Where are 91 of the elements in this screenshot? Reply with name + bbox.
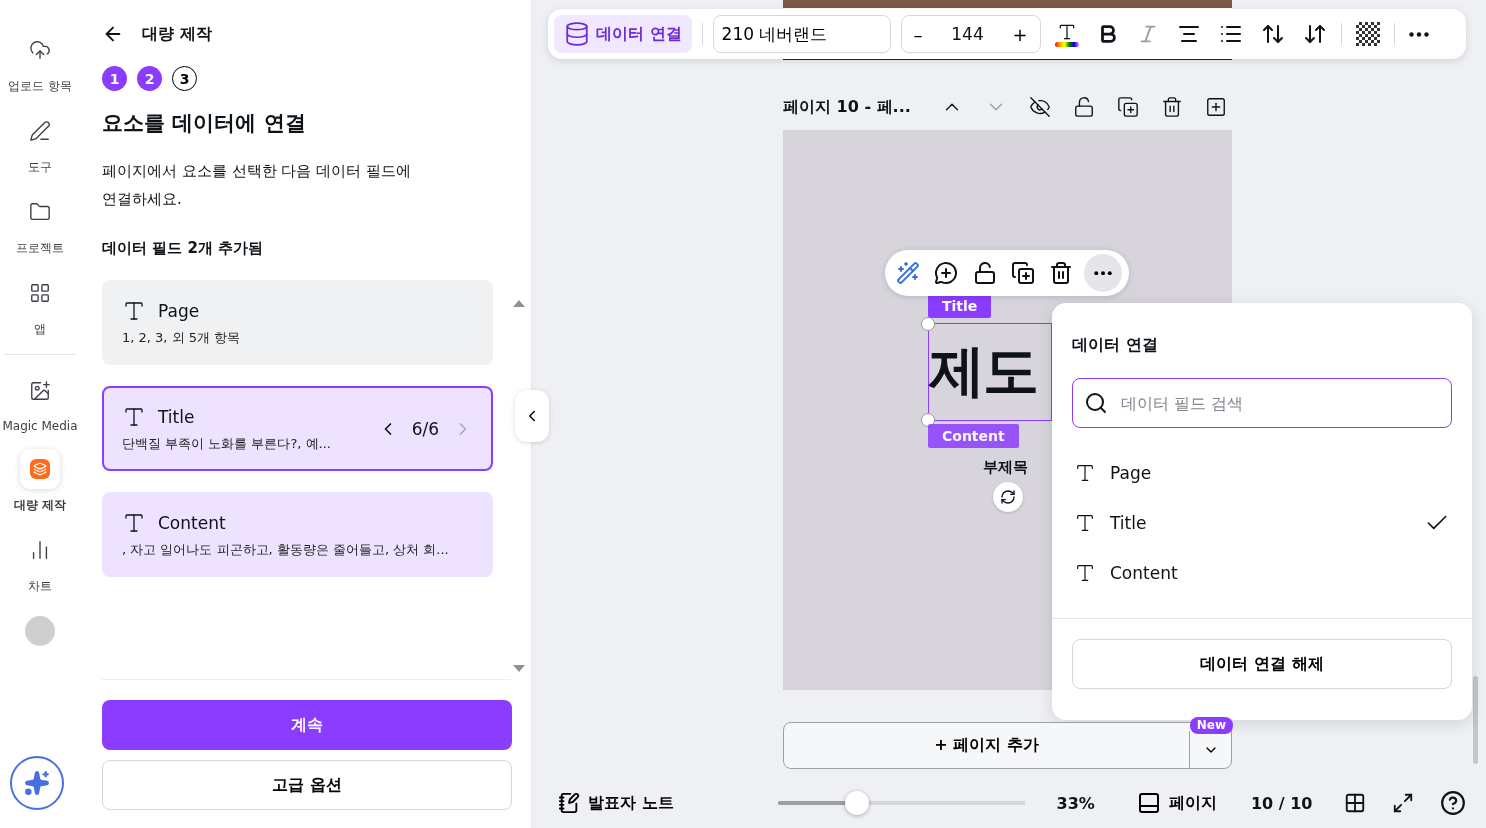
more-icon (1093, 270, 1112, 276)
pen-icon (29, 120, 51, 142)
sparkles-icon (24, 770, 50, 796)
unlink-button[interactable]: 데이터 연결 해제 (1072, 639, 1452, 689)
field-preview: 1, 2, 3, 외 5개 항목 (122, 328, 242, 347)
assistant-button[interactable] (10, 756, 64, 810)
rail-item[interactable]: Magic Media (0, 371, 80, 433)
resize-handle[interactable] (921, 317, 935, 331)
cloud-upload-icon (29, 39, 51, 61)
eye-off-icon (1029, 96, 1051, 118)
record-counter: 6/6 (411, 418, 439, 439)
menu-item[interactable]: Content (1052, 548, 1472, 598)
search-icon (1084, 391, 1108, 415)
panel-title: 대량 제작 (142, 23, 212, 45)
menu-item[interactable]: Title (1052, 498, 1472, 548)
advanced-options-button[interactable]: 고급 옵션 (102, 760, 512, 810)
rail-item[interactable]: 업로드 항목 (0, 30, 80, 95)
scroll-up-icon[interactable] (513, 300, 525, 307)
font-size-field[interactable]: – 144 + (900, 15, 1041, 53)
menu-title: 데이터 연결 (1072, 335, 1159, 356)
add-page-icon (1205, 96, 1227, 118)
folder-icon (29, 201, 51, 223)
data-field-card[interactable]: Title 단백질 부족이 노화를 부른다?, 예... 6/6 (102, 386, 493, 471)
field-preview: , 자고 일어나도 피곤하고, 활동량은 줄어들고, 상처 회... (122, 540, 450, 559)
font-size-value: 144 (951, 24, 984, 44)
slider-thumb[interactable] (844, 791, 869, 815)
spacing-icon (1260, 22, 1285, 46)
avatar (25, 616, 55, 646)
increase-button[interactable]: + (1010, 23, 1030, 45)
field-tag: Content (928, 424, 1019, 448)
new-badge: New (1189, 717, 1233, 734)
data-field-card[interactable]: Content , 자고 일어나도 피곤하고, 활동량은 줄어들고, 상처 회... (102, 492, 493, 577)
comment-icon (934, 261, 959, 285)
step-indicator: 3 (172, 66, 197, 91)
headline-text: 제도 (929, 337, 1037, 405)
rail-item[interactable]: 도구 (0, 111, 80, 176)
notes-icon (558, 792, 580, 814)
magic-wand-icon (896, 261, 921, 285)
grid-icon (1344, 792, 1367, 814)
field-tag: Title (928, 294, 992, 318)
more-icon (1408, 31, 1429, 37)
field-preview: 단백질 부족이 노화를 부른다?, 예... (122, 434, 332, 453)
field-name: Title (158, 406, 195, 427)
zoom-reading: 33% (1056, 793, 1095, 813)
checkerboard-icon (1355, 22, 1380, 46)
apps-icon (29, 282, 51, 304)
database-icon (564, 21, 590, 47)
data-field-card[interactable]: Page 1, 2, 3, 외 5개 항목 (102, 280, 493, 365)
text-icon (1074, 462, 1096, 484)
duplicate-icon (1117, 96, 1139, 118)
subtitle-text: 부제목 (983, 458, 1028, 477)
step-indicator: 1 (102, 66, 127, 91)
trash-icon (1161, 96, 1183, 118)
image-plus-icon (29, 380, 51, 402)
rotate-handle[interactable] (993, 482, 1023, 512)
text-direction-icon (1302, 22, 1327, 46)
more-button[interactable] (1083, 254, 1122, 292)
help-icon (1440, 790, 1467, 816)
fields-heading: 데이터 필드 2개 추가됨 (102, 239, 265, 258)
unlock-icon (1073, 96, 1095, 118)
page-count: 10 / 10 (1250, 793, 1313, 813)
data-connect-button[interactable]: 데이터 연결 (554, 15, 692, 53)
section-heading: 요소를 데이터에 연결 (102, 110, 307, 137)
duplicate-icon (1011, 261, 1036, 285)
field-name: Content (158, 512, 226, 533)
rail-item[interactable]: 프로젝트 (0, 192, 80, 257)
field-name: Page (158, 300, 200, 321)
decrease-button[interactable]: – (911, 23, 925, 45)
rotate-icon (1000, 489, 1016, 505)
rail-item[interactable]: 대량 제작 (0, 449, 80, 514)
rail-item[interactable]: 앱 (0, 273, 80, 338)
pages-button[interactable]: 페이지 (1130, 790, 1223, 816)
resize-handle[interactable] (921, 413, 935, 427)
step-indicator: 2 (137, 66, 162, 91)
selected-text-frame[interactable]: 제도 (928, 323, 1052, 421)
menu-item[interactable]: Page (1052, 448, 1472, 498)
notes-button[interactable]: 발표자 노트 (552, 791, 680, 815)
continue-button[interactable]: 계속 (102, 700, 512, 750)
search-field[interactable]: 데이터 필드 검색 (1072, 378, 1452, 428)
trash-icon (1049, 261, 1074, 285)
scroll-down-icon[interactable] (513, 665, 525, 672)
text-icon (1074, 562, 1096, 584)
font-select[interactable]: 210 네버랜드 (712, 15, 891, 53)
text-icon (1074, 512, 1096, 534)
pages-icon (1136, 791, 1161, 815)
instructions-text: 페이지에서 요소를 선택한 다음 데이터 필드에 연결하세요. (102, 161, 412, 210)
unlock-icon (972, 261, 997, 285)
rail-item[interactable]: 차트 (0, 530, 80, 595)
scrollbar[interactable] (1473, 676, 1478, 764)
page-title: 페이지 10 - 페... (783, 96, 912, 118)
expand-icon (1392, 792, 1415, 814)
